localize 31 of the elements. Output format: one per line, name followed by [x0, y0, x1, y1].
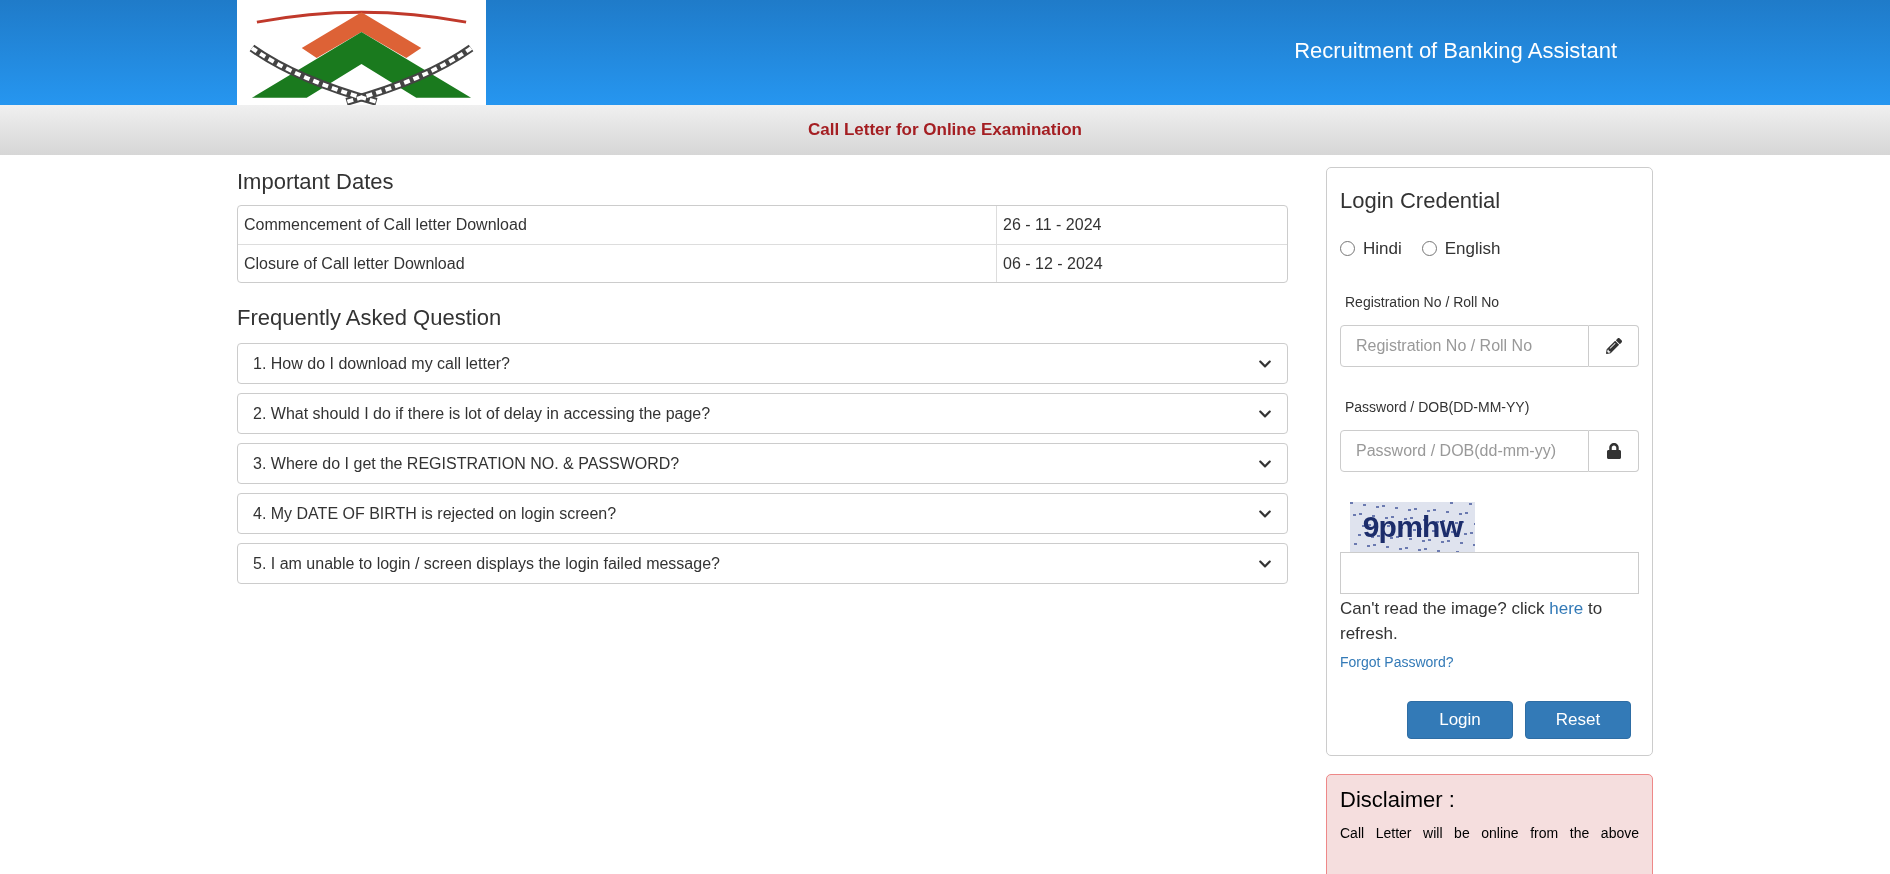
forgot-password-link[interactable]: Forgot Password? [1340, 651, 1639, 673]
captcha-image: 9pmhw [1350, 501, 1475, 552]
input-field[interactable]: Password / DOB(dd-mm-yy) [1340, 429, 1589, 472]
form-button[interactable]: Reset [1525, 700, 1631, 739]
faq-item[interactable]: 4. My DATE OF BIRTH is rejected on login screen? [237, 493, 1288, 534]
field-label: Registration No / Roll No [1344, 292, 1501, 312]
radio-label: Hindi [1363, 238, 1402, 260]
disclaimer-text: Call Letter will be online from the above [1340, 823, 1639, 843]
table-cell-text: Closure of Call letter Download [244, 253, 465, 274]
faq-item[interactable]: 3. Where do I get the REGISTRATION NO. & PASSWORD? [237, 443, 1288, 484]
table-cell-text: Commencement of Call letter Download [244, 215, 527, 235]
table-cell-text: 26 - 11 - 2024 [1003, 215, 1102, 235]
refresh-link[interactable]: here [1549, 598, 1584, 618]
field-label: Password / DOB(DD-MM-YY) [1344, 397, 1531, 417]
panel-heading: Login Credential [1340, 187, 1502, 215]
page-title: Call Letter for Online Examination [808, 119, 1082, 142]
faq-item[interactable]: 2. What should I do if there is lot of delay in accessing the page? [237, 393, 1288, 434]
section-heading: Frequently Asked Question [237, 304, 503, 332]
lock-icon [1605, 442, 1622, 459]
site-title: Recruitment of Banking Assistant [1294, 37, 1617, 65]
radio-label: English [1444, 238, 1501, 260]
table-cell-text: 06 - 12 - 2024 [1003, 253, 1103, 274]
pencil-icon [1605, 337, 1622, 354]
form-button[interactable]: Login [1407, 700, 1513, 739]
section-heading: Important Dates [237, 168, 395, 196]
input-field[interactable]: Registration No / Roll No [1340, 324, 1589, 367]
panel-heading: Disclaimer : [1340, 785, 1456, 814]
refresh-hint: Can't read the image? click here to refresh. [1340, 597, 1604, 645]
captcha-input[interactable] [1340, 551, 1639, 594]
faq-item[interactable]: 1. How do I download my call letter? [237, 343, 1288, 384]
faq-item[interactable]: 5. I am unable to login / screen displays the login failed message? [237, 543, 1288, 584]
